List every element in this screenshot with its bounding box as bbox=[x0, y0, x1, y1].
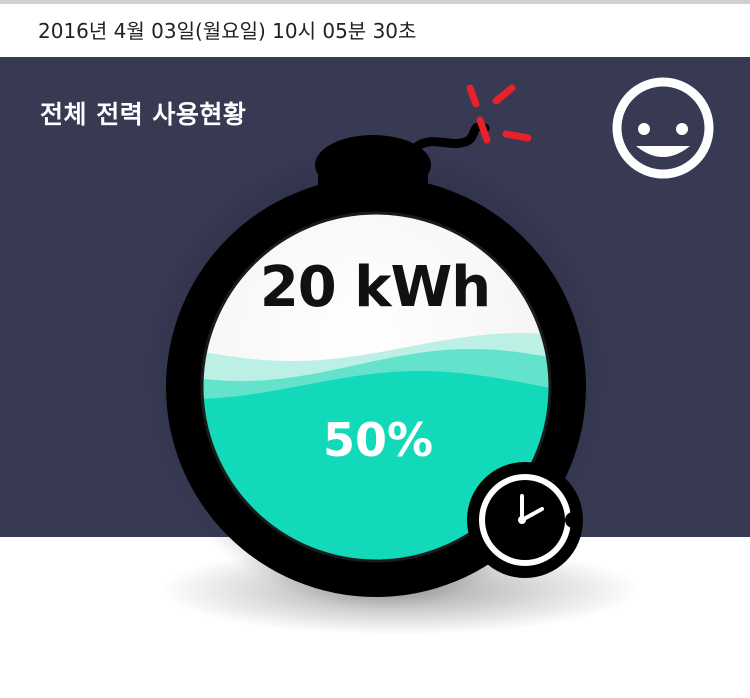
clock-icon bbox=[467, 462, 583, 578]
bomb-gauge-graphic bbox=[141, 77, 714, 635]
percent-value: 50% bbox=[322, 413, 434, 467]
smiley-face-icon bbox=[612, 77, 714, 179]
energy-value: 20 kWh bbox=[259, 255, 491, 320]
